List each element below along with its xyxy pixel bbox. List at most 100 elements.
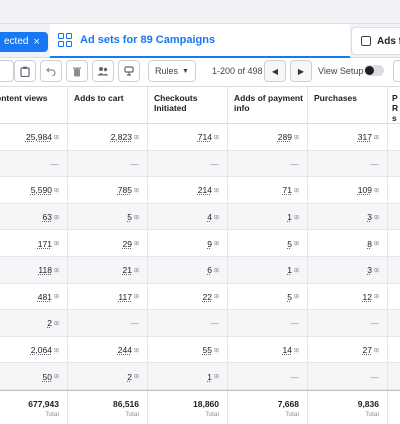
table-row[interactable]: 2 ⊞ — — — — [0,310,400,337]
table-row[interactable]: — — — — — [0,150,400,178]
table-cell [388,124,400,151]
table-cell: 109 ⊞ [308,177,388,204]
table-cell: 5 ⊞ [228,230,308,257]
metric-value: 171 [37,238,52,249]
breakdown-icon: ⊞ [293,347,299,354]
column-header[interactable]: P R s [388,87,400,125]
toolbar-button[interactable] [393,60,400,82]
tab-ad-sets[interactable]: Ad sets for 89 Campaigns [50,24,350,58]
table-cell: 55 ⊞ [148,336,228,364]
undo-icon[interactable] [40,60,62,82]
metric-value: 3 [367,212,372,223]
table-cell: 1 ⊞ [228,203,308,231]
empty-value: — [130,318,140,329]
breakdown-icon: ⊞ [213,214,219,221]
breakdown-icon: ⊞ [293,187,299,194]
total-cell: 18,860 Total [148,391,228,424]
breakdown-icon: ⊞ [373,241,379,248]
caret-down-icon: ▼ [182,67,189,75]
rules-label: Rules [155,66,179,76]
breakdown-icon: ⊞ [293,214,299,221]
empty-value: — [290,318,300,329]
table-cell: 21 ⊞ [68,257,148,284]
test-icon[interactable] [118,60,140,82]
metric-value: 1 [207,371,212,382]
breakdown-icon: ⊞ [53,347,59,354]
prev-page-button[interactable]: ◀ [264,60,286,82]
toolbar-button[interactable] [0,60,14,82]
total-value: 86,516 [113,398,139,409]
empty-value: — [290,371,300,382]
column-header[interactable]: ontent views [0,87,68,125]
selected-filter-chip[interactable]: ected × [0,32,48,52]
table-cell: — [228,150,308,178]
table-cell: 785 ⊞ [68,177,148,204]
total-value: 7,668 [277,398,299,409]
table-cell: 2,064 ⊞ [0,336,68,364]
view-setup-toggle[interactable] [364,65,384,76]
metric-value: 317 [357,132,372,143]
breakdown-icon: ⊞ [213,134,219,141]
total-label: Total [205,410,219,418]
next-page-button[interactable]: ▶ [290,60,312,82]
metric-value: 2,064 [30,345,52,356]
breakdown-icon: ⊞ [213,187,219,194]
table-row[interactable]: 5,590 ⊞ 785 ⊞ 214 ⊞ 71 ⊞ 109 ⊞ [0,177,400,204]
metric-value: 12 [362,291,372,302]
total-cell: 86,516 Total [68,391,148,424]
table-cell [388,284,400,311]
tab-ads[interactable]: Ads f [351,27,400,55]
table-row[interactable]: 171 ⊞ 29 ⊞ 9 ⊞ 5 ⊞ 8 ⊞ [0,230,400,257]
empty-value: — [210,158,220,169]
table-cell: 63 ⊞ [0,203,68,231]
clipboard-icon[interactable] [14,60,36,82]
table-cell [388,363,400,390]
table-cell: — [308,150,388,178]
total-cell: 677,943 Total [0,391,68,424]
metric-value: 9 [207,238,212,249]
column-header[interactable]: Adds of payment info [228,87,308,125]
breakdown-icon: ⊞ [213,294,219,301]
chevron-left-icon: ◀ [271,66,279,76]
breakdown-icon: ⊞ [213,347,219,354]
breakdown-icon: ⊞ [213,374,219,381]
table-row[interactable]: 25,984 ⊞ 2,823 ⊞ 714 ⊞ 289 ⊞ 317 ⊞ [0,124,400,151]
table-row[interactable]: 50 ⊞ 2 ⊞ 1 ⊞ — — [0,363,400,390]
top-strip [0,0,400,24]
metric-value: 29 [122,238,132,249]
table-row[interactable]: 63 ⊞ 5 ⊞ 4 ⊞ 1 ⊞ 3 ⊞ [0,203,400,231]
metric-value: 5,590 [30,185,52,196]
rules-dropdown[interactable]: Rules ▼ [148,60,196,82]
table-cell: 22 ⊞ [148,283,228,311]
breakdown-icon: ⊞ [213,241,219,248]
people-icon[interactable] [92,60,114,82]
metric-value: 244 [117,345,132,356]
total-cell: 7,668 Total [228,391,308,424]
metric-value: 8 [367,238,372,249]
table-cell: 714 ⊞ [148,124,228,151]
metric-value: 5 [287,291,292,302]
table-cell: 2,823 ⊞ [68,124,148,151]
table-row[interactable]: 481 ⊞ 117 ⊞ 22 ⊞ 5 ⊞ 12 ⊞ [0,283,400,311]
metric-value: 1 [287,212,292,223]
total-value: 18,860 [193,398,219,409]
breakdown-icon: ⊞ [133,241,139,248]
close-icon[interactable]: × [33,36,39,48]
metric-value: 4 [207,212,212,223]
breakdown-icon: ⊞ [373,187,379,194]
metric-value: 2 [127,371,132,382]
breakdown-icon: ⊞ [213,267,219,274]
trash-icon[interactable] [66,60,88,82]
column-header[interactable]: Adds to cart [68,87,148,125]
table-cell: 481 ⊞ [0,283,68,311]
table-row[interactable]: 2,064 ⊞ 244 ⊞ 55 ⊞ 14 ⊞ 27 ⊞ [0,336,400,364]
table-row[interactable]: 118 ⊞ 21 ⊞ 6 ⊞ 1 ⊞ 3 ⊞ [0,257,400,284]
tab-ad-sets-label: Ad sets for 89 Campaigns [80,34,216,46]
empty-value: — [370,318,380,329]
column-header[interactable]: Purchases [308,87,388,125]
breakdown-icon: ⊞ [53,267,59,274]
column-header[interactable]: Checkouts Initiated [148,87,228,125]
total-label: Total [365,410,379,418]
selected-chip-label: ected [4,36,29,47]
metric-value: 3 [367,265,372,276]
